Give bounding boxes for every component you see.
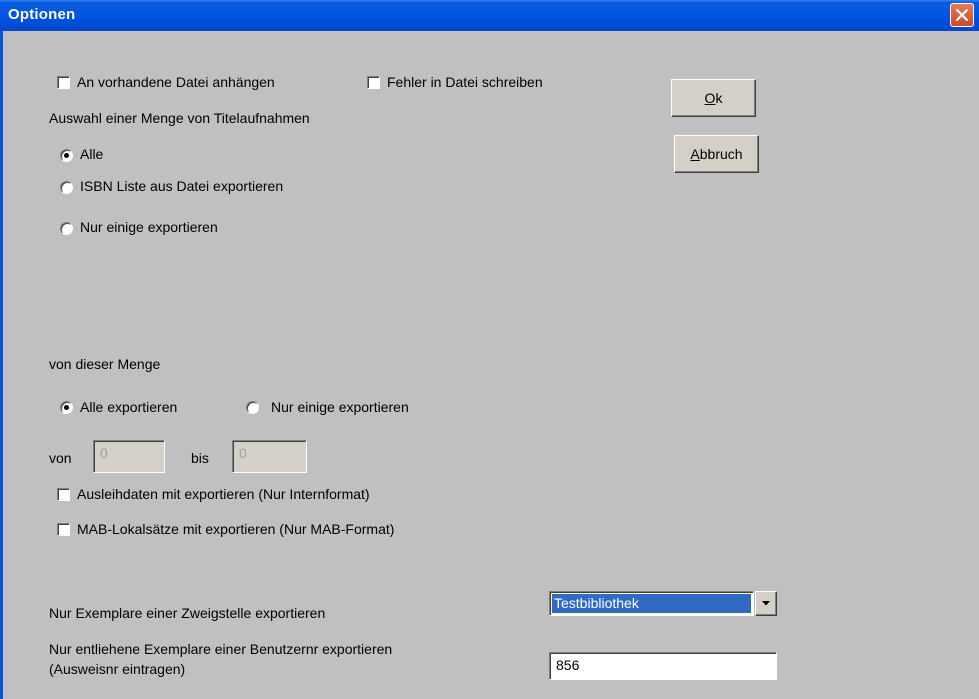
cancel-button[interactable]: Abbruch xyxy=(674,135,759,173)
subset-heading: von dieser Menge xyxy=(49,356,161,372)
title-bar: Optionen xyxy=(0,0,979,31)
radio-selected-dot xyxy=(64,405,69,410)
close-button[interactable] xyxy=(950,3,974,27)
cancel-label-rest: bbruch xyxy=(699,146,743,162)
errors-checkbox[interactable] xyxy=(367,76,380,89)
from-label: von xyxy=(49,450,72,466)
radio-all-export-label: Alle exportieren xyxy=(80,399,178,415)
radio-alle-label: Alle xyxy=(80,146,104,162)
chevron-down-icon xyxy=(762,601,770,606)
loan-checkbox[interactable] xyxy=(57,488,70,501)
ok-button[interactable]: Ok xyxy=(671,79,756,117)
branch-label: Nur Exemplare einer Zweigstelle exportie… xyxy=(49,605,326,621)
window-title: Optionen xyxy=(8,6,76,23)
radio-some-export-label: Nur einige exportieren xyxy=(271,399,409,415)
mab-checkbox[interactable] xyxy=(57,523,70,536)
radio-some[interactable] xyxy=(60,222,73,235)
radio-some-export[interactable] xyxy=(246,401,259,414)
from-field[interactable]: 0 xyxy=(93,440,165,473)
borrower-label-line2: (Ausweisnr eintragen) xyxy=(49,661,186,677)
borrower-input[interactable]: 856 xyxy=(549,652,777,680)
radio-alle[interactable] xyxy=(60,149,73,162)
ok-mnemonic: O xyxy=(704,90,716,106)
close-icon xyxy=(955,8,969,22)
radio-some-label: Nur einige exportieren xyxy=(80,219,218,235)
errors-label: Fehler in Datei schreiben xyxy=(387,74,543,90)
cancel-mnemonic: A xyxy=(690,146,700,162)
radio-isbn-label: ISBN Liste aus Datei exportieren xyxy=(80,178,284,194)
borrower-label-line1: Nur entliehene Exemplare einer Benutzern… xyxy=(49,641,393,657)
selection-heading: Auswahl einer Menge von Titelaufnahmen xyxy=(49,110,310,126)
radio-selected-dot xyxy=(64,153,69,158)
branch-dropdown[interactable]: Testbibliothek xyxy=(549,591,754,616)
to-label: bis xyxy=(191,450,209,466)
append-checkbox[interactable] xyxy=(57,76,70,89)
branch-selected-value: Testbibliothek xyxy=(551,593,752,614)
branch-dropdown-button[interactable] xyxy=(755,591,777,616)
window-border xyxy=(0,31,3,699)
to-field[interactable]: 0 xyxy=(232,440,307,473)
radio-all-export[interactable] xyxy=(60,401,73,414)
append-label: An vorhandene Datei anhängen xyxy=(77,74,275,90)
radio-isbn[interactable] xyxy=(60,181,73,194)
ok-label-rest: k xyxy=(715,90,723,106)
mab-label: MAB-Lokalsätze mit exportieren (Nur MAB-… xyxy=(77,521,395,537)
loan-label: Ausleihdaten mit exportieren (Nur Intern… xyxy=(77,486,370,502)
